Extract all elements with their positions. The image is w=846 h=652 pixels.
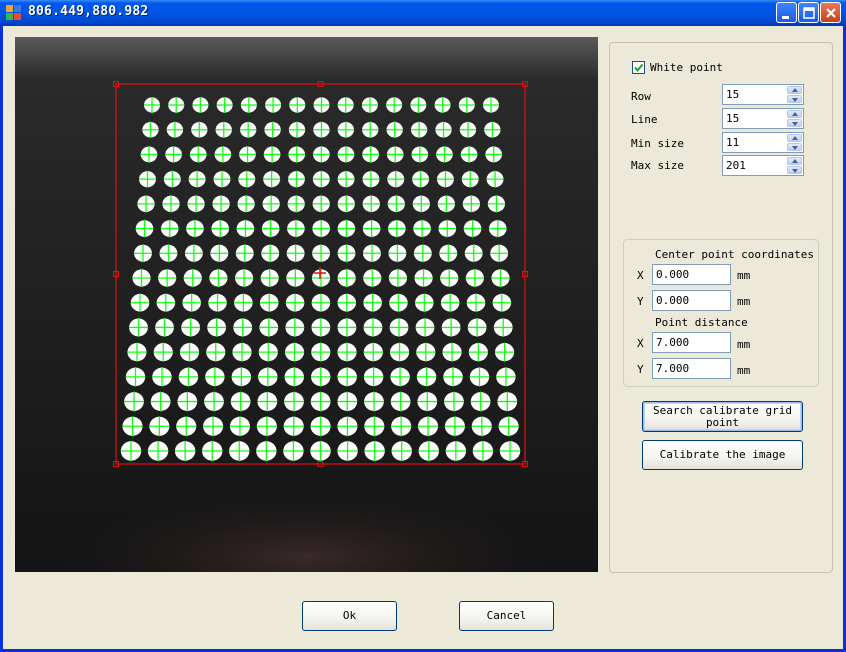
center-x-input[interactable]: 0.000 (652, 264, 731, 285)
image-viewer[interactable] (15, 37, 598, 572)
center-x-label: X (637, 269, 644, 282)
distance-y-input[interactable]: 7.000 (652, 358, 731, 379)
white-point-label[interactable]: White point (650, 61, 723, 74)
max-size-up-arrow-icon[interactable] (787, 157, 802, 165)
white-point-checkbox[interactable] (632, 61, 645, 74)
center-y-label: Y (637, 295, 644, 308)
minimize-icon (782, 16, 789, 19)
min-size-spinbox[interactable]: 11 (722, 132, 804, 153)
calibrate-image-button[interactable]: Calibrate the image (642, 440, 803, 470)
line-down-arrow-icon[interactable] (787, 119, 802, 127)
distance-y-unit: mm (737, 364, 751, 377)
row-spinbox[interactable]: 15 (722, 84, 804, 105)
center-y-unit: mm (737, 295, 751, 308)
distance-y-label: Y (637, 363, 644, 376)
distance-x-label: X (637, 337, 644, 350)
center-x-unit: mm (737, 269, 751, 282)
line-label: Line (631, 113, 658, 126)
title-bar[interactable]: 806.449,880.982 (0, 0, 846, 26)
calibration-image[interactable] (15, 37, 598, 572)
distance-x-input[interactable]: 7.000 (652, 332, 731, 353)
line-up-arrow-icon[interactable] (787, 110, 802, 118)
min-size-label: Min size (631, 137, 684, 150)
maximize-icon (803, 7, 815, 19)
row-up-arrow-icon[interactable] (787, 86, 802, 94)
search-grid-point-button[interactable]: Search calibrate grid point (642, 401, 803, 432)
row-value[interactable]: 15 (726, 88, 739, 101)
ok-button[interactable]: Ok (302, 601, 397, 631)
min-size-up-arrow-icon[interactable] (787, 134, 802, 142)
window-title: 806.449,880.982 (28, 4, 149, 19)
min-size-down-arrow-icon[interactable] (787, 143, 802, 151)
max-size-label: Max size (631, 159, 684, 172)
maximize-button[interactable] (798, 2, 819, 23)
line-spinbox[interactable]: 15 (722, 108, 804, 129)
row-label: Row (631, 90, 651, 103)
close-icon (826, 8, 836, 18)
center-point-title: Center point coordinates (655, 248, 814, 261)
max-size-spinbox[interactable]: 201 (722, 155, 804, 176)
center-y-input[interactable]: 0.000 (652, 290, 731, 311)
app-grid-icon (6, 5, 22, 21)
min-size-value[interactable]: 11 (726, 136, 739, 149)
max-size-value[interactable]: 201 (726, 159, 746, 172)
minimize-button[interactable] (776, 2, 797, 23)
line-value[interactable]: 15 (726, 112, 739, 125)
cancel-button[interactable]: Cancel (459, 601, 554, 631)
checkmark-icon (634, 63, 644, 73)
close-button[interactable] (820, 2, 841, 23)
max-size-down-arrow-icon[interactable] (787, 166, 802, 174)
distance-x-unit: mm (737, 338, 751, 351)
point-distance-title: Point distance (655, 316, 748, 329)
row-down-arrow-icon[interactable] (787, 95, 802, 103)
